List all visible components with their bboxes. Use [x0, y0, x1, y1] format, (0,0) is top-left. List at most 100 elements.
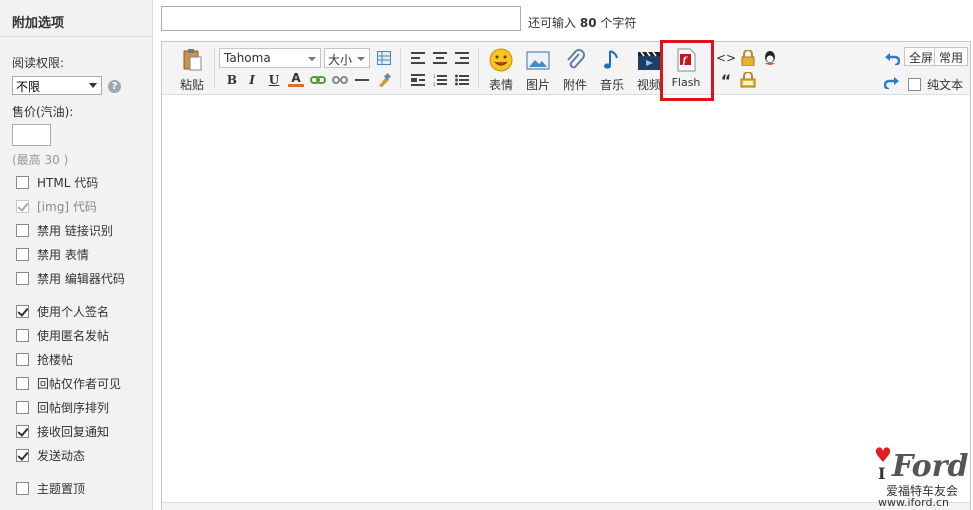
qq-icon[interactable]: [762, 50, 778, 66]
paste-button[interactable]: 粘贴: [174, 48, 210, 92]
emoji-button[interactable]: 表情: [483, 48, 519, 92]
option-row[interactable]: 主题置顶: [16, 480, 85, 496]
editor-content-area[interactable]: [162, 96, 970, 501]
font-family-select[interactable]: Tahoma: [219, 48, 321, 68]
option-checkbox[interactable]: [16, 247, 29, 261]
option-checkbox[interactable]: [16, 352, 29, 366]
svg-text:1: 1: [433, 74, 436, 79]
align-left-icon[interactable]: [410, 50, 426, 66]
price-input[interactable]: [12, 124, 51, 146]
heart-icon: ♥: [874, 443, 892, 467]
option-checkbox[interactable]: [16, 223, 29, 237]
option-row[interactable]: 禁用 编辑器代码: [16, 270, 125, 286]
option-label: 抢楼帖: [37, 352, 74, 367]
attachment-button[interactable]: 附件: [557, 48, 593, 92]
option-checkbox[interactable]: [16, 424, 29, 438]
plain-text-checkbox[interactable]: [908, 78, 921, 91]
option-row[interactable]: 回帖仅作者可见: [16, 375, 121, 391]
option-label: HTML 代码: [37, 175, 99, 190]
read-permission-select[interactable]: 不限: [12, 76, 102, 95]
fullscreen-button[interactable]: 全屏: [904, 47, 939, 66]
counter-suffix: 个字符: [600, 16, 637, 30]
read-permission-label: 阅读权限:: [12, 56, 65, 70]
option-row[interactable]: 使用个人签名: [16, 303, 109, 319]
redo-icon[interactable]: [884, 74, 900, 90]
option-row[interactable]: 禁用 表情: [16, 246, 89, 262]
sidebar-divider: [0, 36, 152, 37]
underline-button[interactable]: U: [266, 72, 282, 88]
option-row[interactable]: 接收回复通知: [16, 423, 109, 439]
option-row[interactable]: 发送动态: [16, 447, 85, 463]
option-label: 回帖仅作者可见: [37, 376, 122, 391]
option-label: 使用匿名发帖: [37, 328, 110, 343]
common-button[interactable]: 常用: [934, 47, 969, 66]
music-button[interactable]: 音乐: [594, 48, 630, 92]
toolbar-divider: [400, 48, 401, 88]
option-checkbox[interactable]: [16, 448, 29, 462]
price-hint: (最高 30 ): [12, 153, 69, 167]
option-row[interactable]: HTML 代码: [16, 174, 98, 190]
italic-button[interactable]: I: [244, 72, 260, 88]
option-label: 接收回复通知: [37, 424, 110, 439]
lock-icon[interactable]: [740, 50, 756, 66]
float-left-icon[interactable]: [410, 72, 426, 88]
undo-icon[interactable]: [884, 50, 900, 66]
counter-prefix: 还可输入: [528, 16, 577, 30]
table-icon[interactable]: [376, 50, 392, 66]
bold-button[interactable]: B: [224, 72, 240, 88]
svg-text:2: 2: [433, 82, 436, 86]
rich-text-editor: 粘贴 Tahoma 大小 B I U A 1 2 表情 图片 附件 音乐 视频 …: [161, 40, 971, 510]
emoji-label: 表情: [488, 78, 513, 92]
option-checkbox[interactable]: [16, 271, 29, 285]
option-row[interactable]: 回帖倒序排列: [16, 399, 109, 415]
chevron-down-icon: [89, 83, 97, 88]
link-icon[interactable]: [310, 72, 326, 88]
ford-club-watermark: ♥ I Ford 爱福特车友会 www.iford.cn: [872, 443, 972, 509]
unlink-icon[interactable]: [332, 72, 348, 88]
option-checkbox[interactable]: [16, 481, 29, 495]
code-button[interactable]: <>: [716, 50, 736, 66]
align-center-icon[interactable]: [432, 50, 448, 66]
paperclip-icon: [567, 49, 585, 69]
chevron-down-icon: [308, 57, 316, 61]
quote-button[interactable]: “: [718, 71, 734, 90]
option-row[interactable]: [img] 代码: [16, 198, 97, 214]
option-checkbox[interactable]: [16, 400, 29, 414]
plain-text-toggle[interactable]: 纯文本: [908, 76, 963, 93]
option-label: 回帖倒序排列: [37, 400, 110, 415]
option-label: 禁用 表情: [37, 247, 89, 262]
clear-format-icon[interactable]: [376, 72, 392, 88]
option-row[interactable]: 抢楼帖: [16, 351, 73, 367]
option-checkbox[interactable]: [16, 304, 29, 318]
text-color-button[interactable]: A: [288, 71, 304, 87]
free-tag-icon[interactable]: [740, 72, 756, 88]
subject-input[interactable]: [161, 6, 521, 31]
horizontal-rule-icon[interactable]: [354, 72, 370, 88]
ordered-list-icon[interactable]: 12: [432, 72, 448, 88]
price-label: 售价(汽油):: [12, 105, 74, 119]
font-size-select[interactable]: 大小: [324, 48, 370, 68]
option-row[interactable]: 禁用 链接识别: [16, 222, 113, 238]
option-checkbox[interactable]: [16, 376, 29, 390]
editor-toolbar: 粘贴 Tahoma 大小 B I U A 1 2 表情 图片 附件 音乐 视频 …: [162, 40, 970, 101]
option-checkbox[interactable]: [16, 175, 29, 189]
align-right-icon[interactable]: [454, 50, 470, 66]
font-family-value: Tahoma: [224, 51, 271, 65]
unordered-list-icon[interactable]: [454, 72, 470, 88]
watermark-url: www.iford.cn: [878, 496, 949, 509]
sidebar-title: 附加选项: [12, 16, 65, 31]
option-label: 使用个人签名: [37, 304, 110, 319]
video-clapper-icon: [638, 51, 660, 70]
toolbar-divider: [478, 48, 479, 88]
option-checkbox[interactable]: [16, 328, 29, 342]
image-button[interactable]: 图片: [520, 48, 556, 92]
help-icon[interactable]: ?: [108, 80, 121, 93]
attachment-label: 附件: [562, 78, 587, 92]
watermark-brand: Ford: [892, 449, 969, 484]
option-row[interactable]: 使用匿名发帖: [16, 327, 109, 343]
music-note-icon: [604, 50, 618, 69]
music-label: 音乐: [599, 78, 624, 92]
plain-text-label: 纯文本: [927, 78, 964, 92]
watermark-i: I: [878, 464, 886, 483]
smiley-icon: [489, 48, 513, 72]
